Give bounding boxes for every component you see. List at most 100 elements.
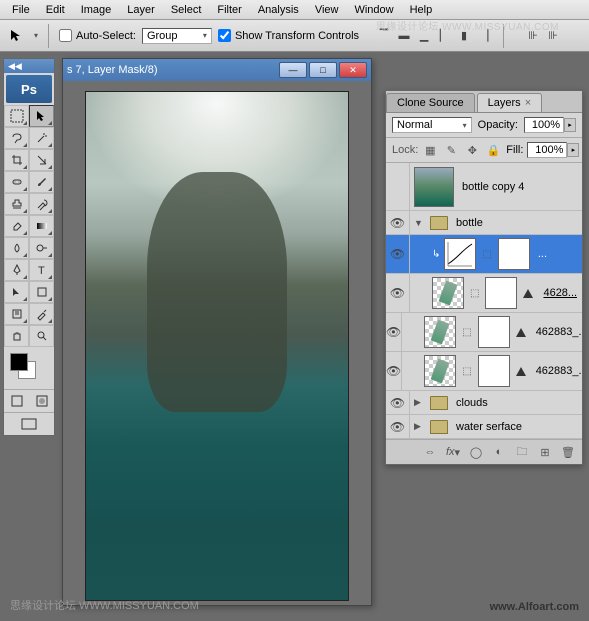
fill-input[interactable]: 100%: [527, 142, 567, 158]
lasso-tool[interactable]: [4, 127, 29, 149]
visibility-toggle[interactable]: 👁: [386, 235, 410, 273]
foreground-color[interactable]: [10, 353, 28, 371]
zoom-tool[interactable]: [29, 325, 54, 347]
layer-thumbnail[interactable]: [432, 277, 464, 309]
new-layer-icon[interactable]: ⊞: [535, 443, 555, 461]
layer-group-row[interactable]: 👁 ▶ clouds: [386, 391, 582, 415]
crop-tool[interactable]: [4, 149, 29, 171]
menu-help[interactable]: Help: [402, 1, 441, 19]
lock-position-icon[interactable]: ✥: [463, 142, 481, 158]
lock-transparency-icon[interactable]: ▦: [421, 142, 439, 158]
layer-name[interactable]: clouds: [456, 397, 488, 409]
delete-layer-icon[interactable]: 🗑: [558, 443, 578, 461]
layer-thumbnail[interactable]: [424, 316, 456, 348]
layer-row[interactable]: 👁 ⬚ 462883_...: [386, 313, 582, 352]
link-icon[interactable]: ⬚: [460, 327, 473, 338]
menu-analysis[interactable]: Analysis: [250, 1, 307, 19]
lock-pixels-icon[interactable]: ✎: [442, 142, 460, 158]
link-layers-icon[interactable]: ⇔: [420, 443, 440, 461]
layer-group-row[interactable]: 👁 ▶ water serface: [386, 415, 582, 439]
layer-thumbnail[interactable]: [424, 355, 456, 387]
disclosure-triangle-icon[interactable]: ▼: [414, 218, 426, 228]
stamp-tool[interactable]: [4, 193, 29, 215]
adjustment-layer-icon[interactable]: ◐: [489, 443, 509, 461]
mask-thumbnail[interactable]: [478, 355, 510, 387]
canvas-area[interactable]: [63, 81, 371, 605]
document-titlebar[interactable]: s 7, Layer Mask/8) — □ ✕: [63, 59, 371, 81]
visibility-toggle[interactable]: 👁: [386, 415, 410, 438]
menu-filter[interactable]: Filter: [209, 1, 249, 19]
layer-name[interactable]: ...: [538, 248, 547, 260]
mask-thumbnail[interactable]: [478, 316, 510, 348]
close-icon[interactable]: ×: [525, 97, 531, 109]
layer-group-row[interactable]: 👁 ▼ bottle: [386, 211, 582, 235]
tab-layers[interactable]: Layers×: [477, 93, 542, 112]
tools-header[interactable]: ◀◀: [4, 59, 54, 73]
menu-view[interactable]: View: [307, 1, 347, 19]
color-swatch[interactable]: [4, 347, 54, 389]
disclosure-triangle-icon[interactable]: ▶: [414, 421, 426, 432]
auto-select-input[interactable]: [59, 29, 72, 42]
hand-tool[interactable]: [4, 325, 29, 347]
add-mask-icon[interactable]: ◯: [466, 443, 486, 461]
menu-image[interactable]: Image: [73, 1, 120, 19]
marquee-tool[interactable]: [4, 105, 29, 127]
type-tool[interactable]: T: [29, 259, 54, 281]
current-tool-icon[interactable]: [6, 25, 28, 47]
mask-thumbnail[interactable]: [485, 277, 517, 309]
opacity-input[interactable]: 100%: [524, 117, 564, 133]
tab-clone-source[interactable]: Clone Source: [386, 93, 475, 112]
gradient-tool[interactable]: [29, 215, 54, 237]
visibility-toggle[interactable]: 👁: [386, 274, 410, 312]
fill-flyout-icon[interactable]: ▸: [567, 143, 579, 157]
layer-name[interactable]: 462883_...: [536, 326, 582, 338]
menu-file[interactable]: File: [4, 1, 38, 19]
menu-layer[interactable]: Layer: [119, 1, 163, 19]
history-brush-tool[interactable]: [29, 193, 54, 215]
screen-mode-icon[interactable]: [4, 413, 54, 435]
auto-select-target[interactable]: Group ▾: [142, 28, 212, 44]
lock-all-icon[interactable]: 🔒: [484, 142, 502, 158]
show-transform-checkbox[interactable]: Show Transform Controls: [218, 29, 359, 42]
slice-tool[interactable]: [29, 149, 54, 171]
layer-name[interactable]: 4628...: [543, 287, 577, 299]
menu-window[interactable]: Window: [346, 1, 401, 19]
menu-edit[interactable]: Edit: [38, 1, 73, 19]
layer-row[interactable]: bottle copy 4: [386, 163, 582, 211]
standard-mode-icon[interactable]: [4, 390, 29, 412]
quickmask-mode-icon[interactable]: [29, 390, 54, 412]
visibility-toggle[interactable]: 👁: [386, 211, 410, 234]
minimize-button[interactable]: —: [279, 62, 307, 78]
adjustment-thumbnail[interactable]: [444, 238, 476, 270]
layer-name[interactable]: bottle copy 4: [462, 181, 524, 193]
shape-tool[interactable]: [29, 281, 54, 303]
layer-name[interactable]: water serface: [456, 421, 522, 433]
link-icon[interactable]: ⬚: [468, 288, 481, 299]
visibility-toggle[interactable]: 👁: [386, 313, 402, 351]
layer-style-icon[interactable]: fx▾: [443, 443, 463, 461]
visibility-toggle[interactable]: 👁: [386, 352, 402, 390]
layer-row[interactable]: 👁 ⬚ 4628...: [386, 274, 582, 313]
link-icon[interactable]: ⬚: [480, 249, 493, 260]
layer-thumbnail[interactable]: [414, 167, 454, 207]
layer-row[interactable]: 👁 ↳ ⬚ ...: [386, 235, 582, 274]
layer-row[interactable]: 👁 ⬚ 462883_...: [386, 352, 582, 391]
opacity-flyout-icon[interactable]: ▸: [564, 118, 576, 132]
close-button[interactable]: ✕: [339, 62, 367, 78]
layer-name[interactable]: bottle: [456, 217, 483, 229]
auto-select-checkbox[interactable]: Auto-Select:: [59, 29, 136, 42]
menu-select[interactable]: Select: [163, 1, 210, 19]
mask-thumbnail[interactable]: [498, 238, 530, 270]
tool-preset-dropdown[interactable]: ▾: [34, 31, 38, 40]
path-select-tool[interactable]: [4, 281, 29, 303]
visibility-toggle[interactable]: [386, 163, 410, 210]
show-transform-input[interactable]: [218, 29, 231, 42]
blend-mode-select[interactable]: Normal ▾: [392, 117, 472, 133]
new-group-icon[interactable]: 🗀: [512, 443, 532, 461]
dodge-tool[interactable]: [29, 237, 54, 259]
brush-tool[interactable]: [29, 171, 54, 193]
notes-tool[interactable]: [4, 303, 29, 325]
visibility-toggle[interactable]: 👁: [386, 391, 410, 414]
eraser-tool[interactable]: [4, 215, 29, 237]
heal-tool[interactable]: [4, 171, 29, 193]
